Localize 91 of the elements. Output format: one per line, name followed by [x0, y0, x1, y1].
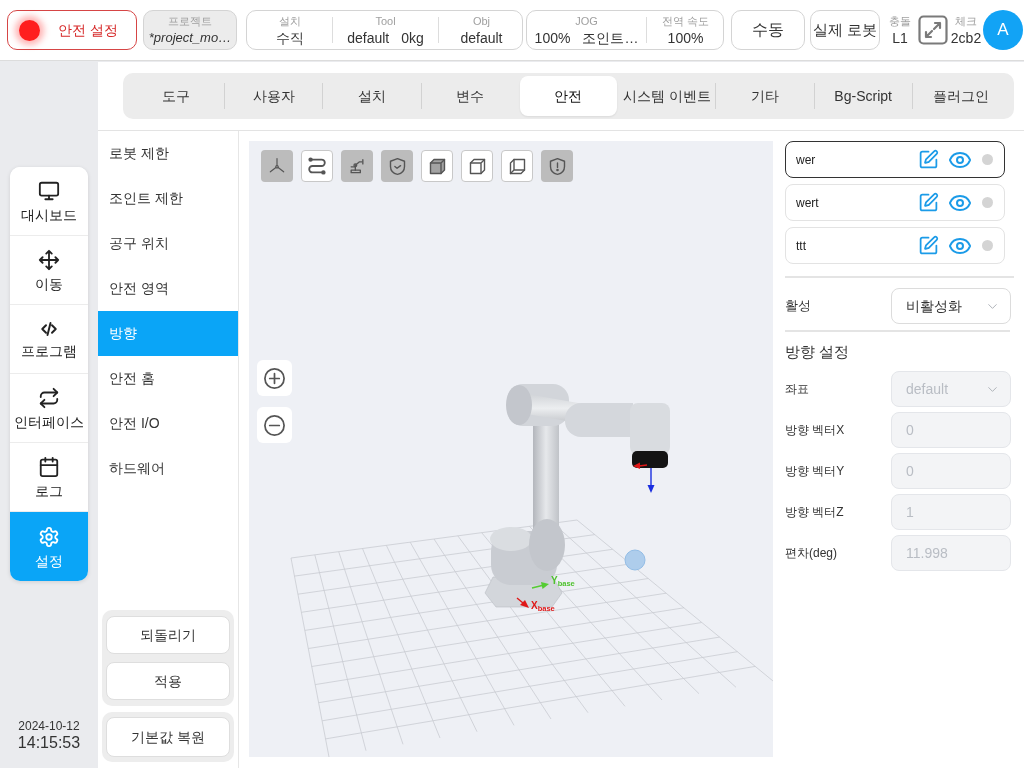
nav-item[interactable]: 로그: [10, 443, 88, 512]
check-value: 2cb2: [950, 30, 982, 45]
gear-icon: [38, 525, 60, 548]
status-value: 0kg: [401, 30, 424, 45]
calendar-icon: [38, 456, 60, 478]
axis-arrow: [516, 597, 529, 608]
project-selector[interactable]: 프로젝트 *project_mo…: [143, 10, 237, 50]
edit-icon[interactable]: [918, 192, 939, 213]
activation-dropdown[interactable]: 비활성화: [891, 288, 1011, 324]
submenu-item[interactable]: 안전 홈: [98, 356, 238, 401]
collision-label: 충돌: [889, 15, 911, 27]
tab[interactable]: 기타: [716, 76, 814, 116]
frame-name: wer: [796, 151, 816, 169]
status-value: 100%: [534, 30, 571, 45]
frame-item[interactable]: wert: [785, 184, 1005, 221]
collision-level: L1: [892, 30, 908, 45]
frame-item[interactable]: ttt: [785, 227, 1005, 264]
field-label: 방향 벡터Z: [785, 504, 844, 521]
tab[interactable]: 변수: [421, 76, 519, 116]
field-label: 방향 벡터Y: [785, 463, 845, 480]
axis-label: Y$_{base}$: [551, 576, 575, 586]
field-label: 활성: [785, 297, 811, 316]
tab[interactable]: 설치: [323, 76, 421, 116]
view-toggle-button[interactable]: [421, 150, 453, 182]
nav-item[interactable]: 인터페이스: [10, 374, 88, 443]
status-label: 설치: [278, 15, 301, 27]
status-value: 100%: [667, 30, 704, 45]
code-icon: [40, 320, 58, 338]
nav-item[interactable]: 이동: [10, 236, 88, 305]
submenu-item[interactable]: 안전 영역: [98, 266, 238, 311]
frame-name: wert: [796, 194, 819, 212]
section-title: 방향 설정: [785, 342, 851, 362]
zoom-out-button[interactable]: [257, 407, 292, 443]
nav-item[interactable]: 프로그램: [10, 305, 88, 374]
status-label: JOG: [575, 15, 598, 27]
view-toggle-button[interactable]: [261, 150, 293, 182]
submenu-item[interactable]: 안전 I/O: [98, 401, 238, 446]
sphere-marker: [624, 549, 646, 571]
date-text: 2024-10-12: [18, 720, 80, 732]
move-icon: [38, 249, 60, 271]
submenu-item[interactable]: 공구 위치: [98, 221, 238, 266]
status-value: 조인트…: [582, 30, 639, 45]
edit-icon[interactable]: [918, 149, 939, 170]
check-label: 체크: [955, 15, 977, 27]
frame-name: ttt: [796, 237, 806, 255]
project-label: 프로젝트: [168, 16, 212, 27]
nav-item[interactable]: 대시보드: [10, 167, 88, 236]
reset-defaults-button[interactable]: 기본값 복원: [106, 717, 230, 757]
field-label: 편차(deg): [785, 545, 837, 562]
plus-circle-icon: [263, 366, 286, 390]
tab[interactable]: 안전: [519, 76, 618, 116]
status-label: Obj: [472, 15, 491, 27]
tab[interactable]: 사용자: [225, 76, 323, 116]
submenu-item[interactable]: 하드웨어: [98, 446, 238, 491]
status-label: 전역 속도: [661, 15, 710, 27]
view-toggle-button[interactable]: [501, 150, 533, 182]
action-button[interactable]: 적용: [106, 662, 230, 700]
view-toggle-button[interactable]: [341, 150, 373, 182]
project-name: *project_mo…: [148, 31, 232, 44]
view-toggle-button[interactable]: [461, 150, 493, 182]
status-value: default: [460, 30, 503, 45]
minus-circle-icon: [263, 413, 286, 437]
robot-mode-button[interactable]: 실제 로봇: [810, 10, 880, 50]
field-label: 좌표: [785, 381, 809, 398]
expand-icon[interactable]: [918, 15, 948, 45]
view-toggle-button[interactable]: [541, 150, 573, 182]
status-value: 수직: [275, 30, 304, 45]
time-text: 14:15:53: [17, 735, 81, 751]
frame-item[interactable]: wer: [785, 141, 1005, 178]
axis-arrow: [531, 582, 549, 589]
view-toggle-button[interactable]: [381, 150, 413, 182]
axis-label: X$_{base}$: [531, 601, 555, 611]
status-label: Tool: [375, 15, 396, 27]
path-icon: [306, 155, 328, 177]
tab[interactable]: 도구: [127, 76, 225, 116]
field-label: 방향 벡터X: [785, 422, 845, 439]
view-toggle-button[interactable]: [301, 150, 333, 182]
tab[interactable]: Bg-Script: [814, 76, 912, 116]
tab[interactable]: 플러그인: [912, 76, 1010, 116]
submenu-item[interactable]: 조인트 제한: [98, 176, 238, 221]
edit-icon[interactable]: [918, 235, 939, 256]
safety-settings-button[interactable]: 안전 설정: [7, 10, 137, 50]
monitor-icon: [38, 180, 60, 202]
repeat-icon: [38, 387, 60, 409]
status-value: default: [347, 30, 390, 45]
zoom-in-button[interactable]: [257, 360, 292, 396]
alarm-light-icon: [19, 19, 40, 41]
mode-button[interactable]: 수동: [731, 10, 805, 50]
tab[interactable]: 시스템 이벤트: [618, 76, 716, 116]
action-button[interactable]: 되돌리기: [106, 616, 230, 654]
submenu-item[interactable]: 로봇 제한: [98, 131, 238, 176]
